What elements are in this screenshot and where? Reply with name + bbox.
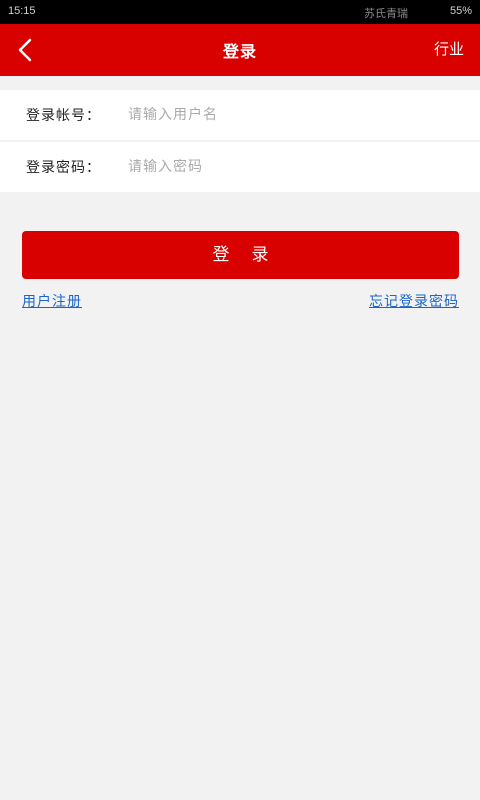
status-time: 15:15 [8, 5, 36, 17]
register-link[interactable]: 用户注册 [22, 291, 82, 311]
login-form: 登录帐号： 登录密码： [0, 90, 480, 192]
status-bar: 15:15 苏氏青瑞 55% [0, 0, 480, 24]
back-button[interactable] [12, 36, 40, 64]
login-button[interactable]: 登录 [22, 231, 459, 279]
password-label: 登录密码： [26, 160, 101, 176]
forgot-password-link[interactable]: 忘记登录密码 [369, 291, 459, 311]
status-carrier: 苏氏青瑞 [364, 7, 408, 20]
industry-button[interactable]: 行业 [434, 38, 464, 59]
chevron-left-icon [18, 38, 32, 62]
nav-bar: 登录 行业 [0, 24, 480, 76]
status-battery: 55% [449, 5, 472, 17]
password-input[interactable] [128, 154, 448, 180]
page-title: 登录 [222, 42, 257, 61]
account-label: 登录帐号： [26, 108, 101, 124]
account-row: 登录帐号： [0, 90, 480, 140]
account-input[interactable] [128, 102, 448, 128]
password-row: 登录密码： [0, 142, 480, 192]
